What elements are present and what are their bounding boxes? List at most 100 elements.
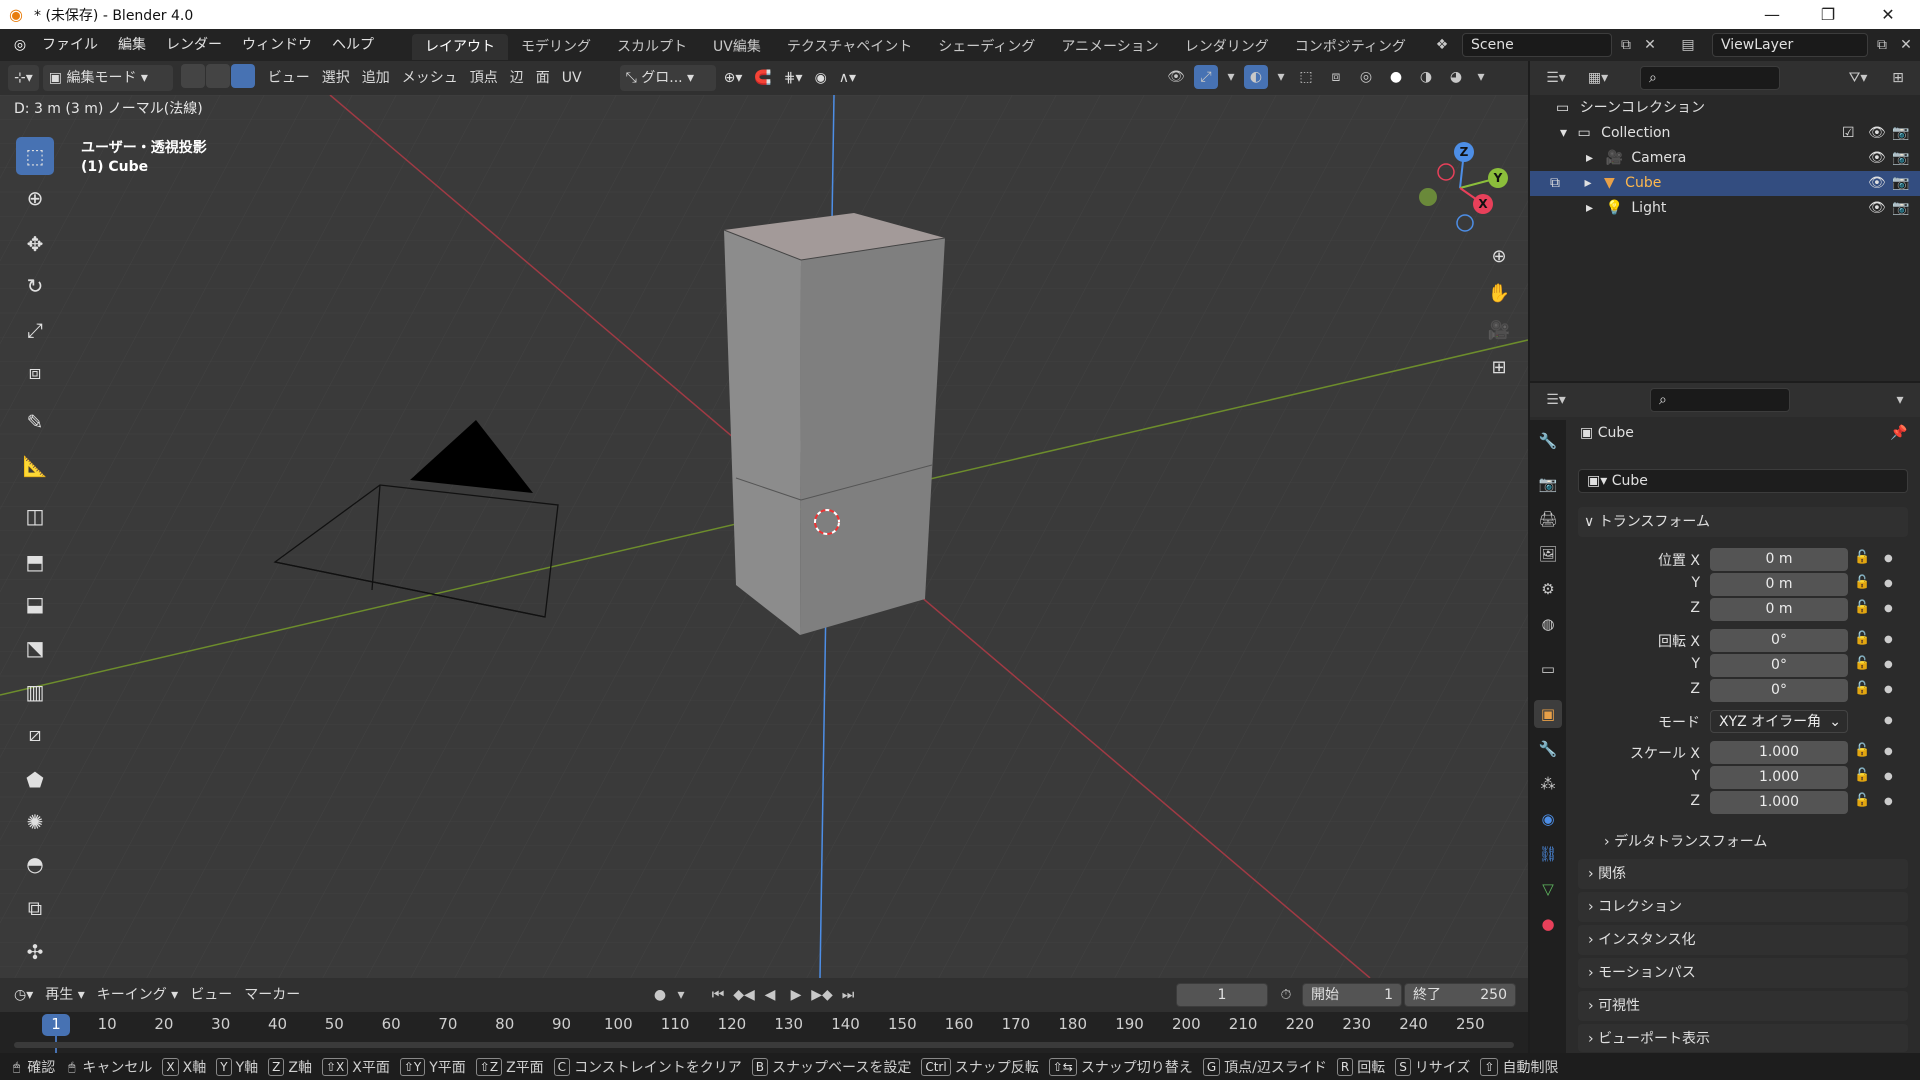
mesh-edit-overlay-icon[interactable]: ⬚ [1294, 65, 1318, 89]
play-icon[interactable]: ▶ [784, 983, 808, 1007]
shear-tool[interactable]: ✣ [16, 933, 54, 971]
material-shading-icon[interactable]: ◑ [1414, 65, 1438, 89]
modifier-tab-icon[interactable]: 🔧 [1534, 735, 1562, 763]
data-tab-icon[interactable]: ▽ [1534, 875, 1562, 903]
gizmo-dropdown-icon[interactable]: ▾ [1224, 65, 1238, 89]
remove-view-layer-icon[interactable]: ✕ [1894, 33, 1918, 57]
tab-sculpt[interactable]: スカルプト [604, 34, 700, 60]
editor-type-icon[interactable]: ⊹▾ [8, 65, 39, 91]
menu-render[interactable]: レンダー [156, 29, 232, 61]
scale-z-field[interactable]: 1.000 [1710, 791, 1848, 814]
next-keyframe-icon[interactable]: ▶◆ [810, 983, 834, 1007]
poly-build-tool[interactable]: ⬟ [16, 761, 54, 799]
bevel-tool[interactable]: ⬔ [16, 629, 54, 667]
lock-icon[interactable]: 🔓 [1854, 768, 1870, 783]
location-y-field[interactable]: 0 m [1710, 573, 1848, 596]
transform-tool[interactable]: ⧈ [16, 353, 54, 391]
transform-orientation-dropdown[interactable]: ⤡ グロ... ▾ [619, 65, 716, 91]
menu-face[interactable]: 面 [530, 65, 556, 91]
ortho-grid-icon[interactable]: ⊞ [1483, 352, 1515, 384]
wireframe-shading-icon[interactable]: ◎ [1354, 65, 1378, 89]
menu-vertex[interactable]: 頂点 [464, 65, 504, 91]
minimize-button[interactable]: — [1744, 0, 1800, 29]
tab-compositing[interactable]: コンポジティング [1282, 34, 1419, 60]
overlay-toggle-icon[interactable]: ◐ [1244, 65, 1268, 89]
expand-arrow-icon[interactable]: ▸ [1586, 200, 1593, 216]
new-scene-icon[interactable]: ⧉ [1614, 33, 1638, 57]
timeline-editor-icon[interactable]: ◷▾ [8, 982, 39, 1008]
scale-tool[interactable]: ⤢ [16, 311, 54, 349]
rotation-mode-dropdown[interactable]: XYZ オイラー角 ⌄ [1710, 710, 1848, 733]
navigation-gizmo[interactable]: Z Y X [1410, 138, 1510, 238]
proportional-edit-icon[interactable]: ◉ [809, 65, 833, 91]
collection-tab-icon[interactable]: ▭ [1534, 655, 1562, 683]
eye-icon[interactable]: 👁 [1868, 196, 1886, 221]
keyframe-dot-icon[interactable]: ● [1884, 634, 1893, 645]
cube-object[interactable] [723, 213, 946, 635]
smooth-tool[interactable]: ◓ [16, 845, 54, 883]
display-mode-icon[interactable]: ▦▾ [1586, 66, 1610, 90]
outliner-item-cube[interactable]: ⧉ ▸ ▼ Cube 👁 📷 [1530, 171, 1920, 196]
rotation-z-field[interactable]: 0° [1710, 679, 1848, 702]
render-camera-icon[interactable]: 📷 [1892, 121, 1909, 146]
new-collection-icon[interactable]: ⊞ [1886, 66, 1910, 90]
keyframe-dot-icon[interactable]: ● [1884, 684, 1893, 695]
solid-shading-icon[interactable]: ● [1384, 65, 1408, 89]
rotate-tool[interactable]: ↻ [16, 267, 54, 305]
viewport-display-panel-header[interactable]: › ビューポート表示 [1578, 1024, 1908, 1052]
outliner-search-input[interactable]: ⌕ [1640, 66, 1780, 90]
properties-editor-icon[interactable]: ☰▾ [1544, 388, 1568, 412]
rotation-x-field[interactable]: 0° [1710, 629, 1848, 652]
tool-tab-icon[interactable]: 🔧 [1534, 427, 1562, 455]
tab-uv-editing[interactable]: UV編集 [700, 34, 774, 60]
pin-icon[interactable]: 📌 [1890, 425, 1907, 441]
output-tab-icon[interactable]: 🖨 [1534, 505, 1562, 533]
move-tool[interactable]: ✥ [16, 225, 54, 263]
menu-window[interactable]: ウィンドウ [232, 29, 322, 61]
lock-icon[interactable]: 🔓 [1854, 600, 1870, 615]
delta-transform-subpanel[interactable]: › デルタトランスフォーム [1604, 831, 1767, 851]
edge-slide-tool[interactable]: ⧉ [16, 889, 54, 927]
menu-edge[interactable]: 辺 [504, 65, 530, 91]
menu-playback[interactable]: 再生 ▾ [39, 982, 90, 1008]
keyframe-dot-icon[interactable]: ● [1884, 553, 1893, 564]
collections-panel-header[interactable]: › コレクション [1578, 892, 1908, 922]
tab-rendering[interactable]: レンダリング [1172, 34, 1282, 60]
loop-cut-tool[interactable]: ▥ [16, 673, 54, 711]
scene-field[interactable]: Scene [1462, 33, 1612, 57]
start-frame-field[interactable]: 開始 1 [1302, 983, 1402, 1007]
gizmo-toggle-icon[interactable]: ⤢ [1194, 65, 1218, 89]
maximize-button[interactable]: ❐ [1800, 0, 1856, 29]
jump-end-icon[interactable]: ⏭ [836, 983, 860, 1007]
tab-animation[interactable]: アニメーション [1048, 34, 1171, 60]
snap-icon[interactable]: 🧲 [748, 65, 777, 91]
expand-arrow-icon[interactable]: ▾ [1560, 125, 1567, 141]
physics-tab-icon[interactable]: ◉ [1534, 805, 1562, 833]
close-button[interactable]: ✕ [1860, 0, 1916, 29]
prev-keyframe-icon[interactable]: ◆◀ [732, 983, 756, 1007]
keyframe-dot-icon[interactable]: ● [1884, 578, 1893, 589]
scene-selector-icon[interactable]: ❖ [1430, 33, 1454, 57]
3d-viewport[interactable] [0, 95, 1528, 978]
preview-range-icon[interactable]: ⏱ [1274, 983, 1298, 1007]
scene-tab-icon[interactable]: ⚙ [1534, 575, 1562, 603]
eye-icon[interactable]: 👁 [1868, 171, 1886, 196]
view-layer-field[interactable]: ViewLayer [1712, 33, 1868, 57]
vertex-select-button[interactable] [180, 64, 205, 88]
lock-icon[interactable]: 🔓 [1854, 681, 1870, 696]
menu-edit[interactable]: 編集 [108, 29, 156, 61]
expand-arrow-icon[interactable]: ▸ [1586, 150, 1593, 166]
play-reverse-icon[interactable]: ◀ [758, 983, 782, 1007]
particles-tab-icon[interactable]: ⁂ [1534, 770, 1562, 798]
menu-help[interactable]: ヘルプ [322, 29, 384, 61]
keyframe-dot-icon[interactable]: ● [1884, 603, 1893, 614]
keyframe-dot-icon[interactable]: ● [1884, 796, 1893, 807]
keyframe-dot-icon[interactable]: ● [1884, 746, 1893, 757]
location-x-field[interactable]: 0 m [1710, 548, 1848, 571]
rotation-y-field[interactable]: 0° [1710, 654, 1848, 677]
render-camera-icon[interactable]: 📷 [1892, 196, 1909, 221]
menu-select[interactable]: 選択 [316, 65, 356, 91]
measure-tool[interactable]: 📐 [16, 447, 54, 485]
tab-layout[interactable]: レイアウト [412, 34, 508, 60]
lock-icon[interactable]: 🔓 [1854, 656, 1870, 671]
